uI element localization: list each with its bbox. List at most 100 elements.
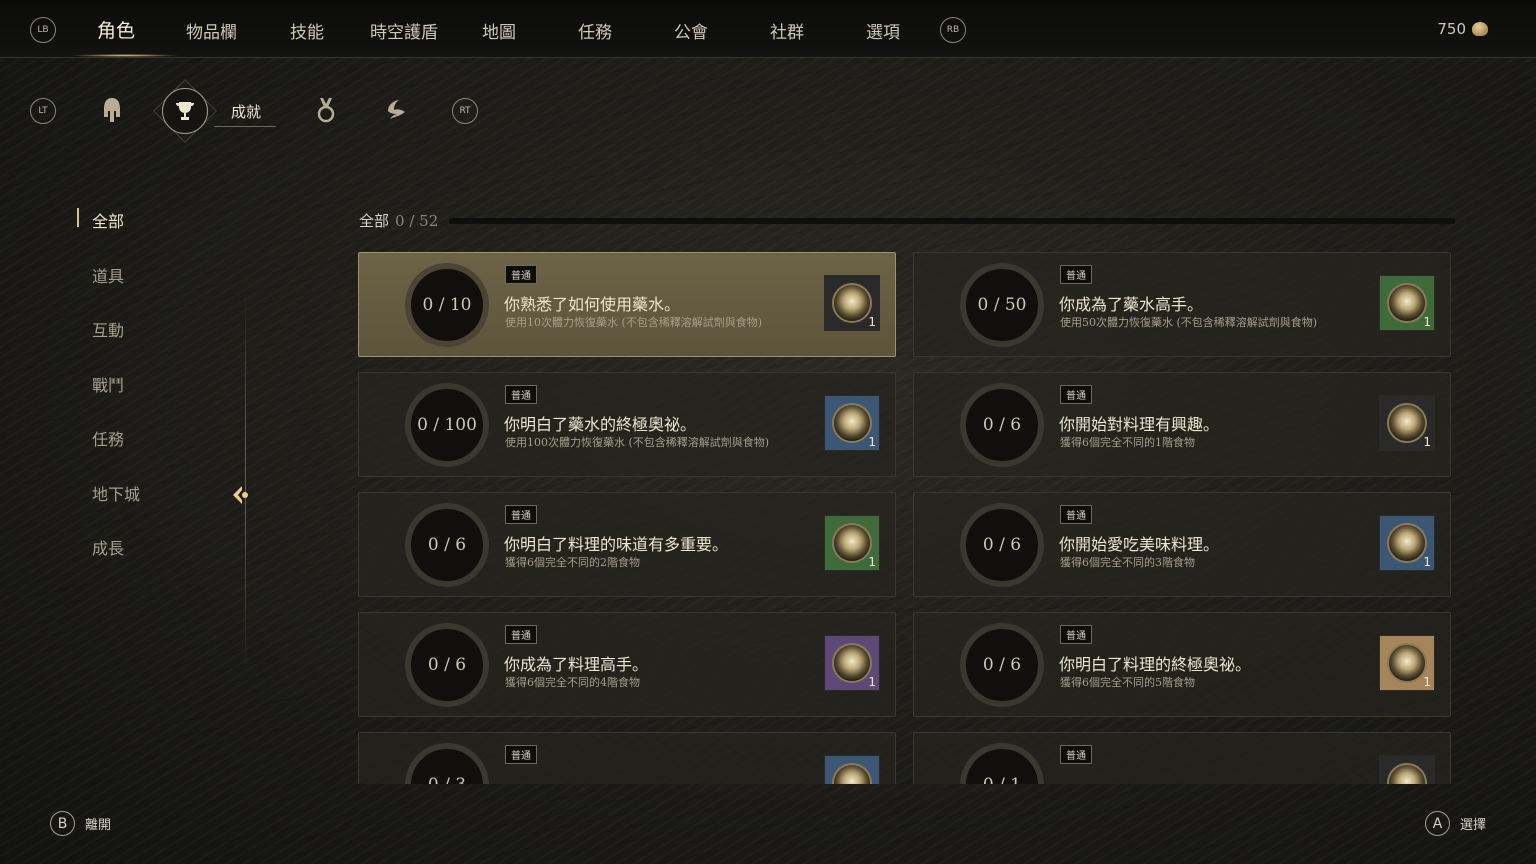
medal-icon[interactable]	[312, 96, 340, 124]
shield-emblem-icon	[832, 523, 872, 563]
achievement-title: 你成為了藥水高手。	[1059, 295, 1204, 314]
achievement-title: 你明白了料理的味道有多重要。	[504, 535, 729, 554]
tier-badge: 普通	[1060, 745, 1092, 764]
top-nav-bar: LB 角色 物品欄 技能 時空護盾 地圖 任務 公會 社群 選項 RB 750	[0, 0, 1536, 58]
achievement-description: 獲得6個完全不同的2階食物	[505, 556, 640, 569]
reward-slot[interactable]	[824, 755, 880, 784]
category-growth[interactable]: 成長	[92, 535, 124, 559]
reward-slot[interactable]: 1	[1379, 635, 1435, 691]
achievement-card[interactable]: 0 / 100 普通你明白了藥水的終極奧祕。使用100次體力恢復藥水 (不包含稀釋…	[358, 372, 896, 477]
nav-tab-skills[interactable]: 技能	[290, 18, 324, 43]
achievement-title: 你明白了藥水的終極奧祕。	[504, 415, 697, 434]
rt-trigger-button[interactable]: RT	[452, 98, 478, 124]
achievement-description: 獲得6個完全不同的5階食物	[1060, 676, 1195, 689]
reward-slot[interactable]: 1	[824, 275, 880, 331]
collapse-arrow-icon[interactable]	[230, 484, 252, 506]
achievement-description: 獲得6個完全不同的4階食物	[505, 676, 640, 689]
a-button-icon[interactable]: A	[1425, 811, 1450, 836]
achievement-card[interactable]: 0 / 6 普通你成為了料理高手。獲得6個完全不同的4階食物 1	[358, 612, 896, 717]
category-interaction[interactable]: 互動	[92, 317, 124, 341]
category-active-marker	[77, 208, 79, 227]
reward-slot[interactable]: 1	[824, 395, 880, 451]
tier-badge: 普通	[505, 505, 537, 524]
shield-emblem-icon	[1387, 643, 1427, 683]
progress-text: 0 / 6	[427, 655, 467, 675]
helmet-icon[interactable]	[98, 96, 126, 124]
nav-tab-inventory[interactable]: 物品欄	[186, 18, 237, 43]
achievement-description: 使用100次體力恢復藥水 (不包含稀釋溶解試劑與食物)	[505, 436, 770, 449]
progress-text: 0 / 10	[422, 295, 472, 315]
nav-tab-time-shield[interactable]: 時空護盾	[370, 18, 438, 43]
reward-quantity: 1	[1423, 435, 1431, 449]
progress-ring: 0 / 6	[960, 383, 1044, 467]
rb-bumper-button[interactable]: RB	[940, 17, 966, 43]
progress-ring: 0 / 6	[405, 623, 489, 707]
achievement-card[interactable]: 0 / 1 普通	[913, 732, 1451, 784]
reward-quantity: 1	[1423, 315, 1431, 329]
achievement-card[interactable]: 0 / 10 普通 你熟悉了如何使用藥水。 使用10次體力恢復藥水 (不包含稀釋溶解試…	[358, 252, 896, 357]
reward-slot[interactable]: 1	[1379, 515, 1435, 571]
category-dungeon[interactable]: 地下城	[92, 481, 140, 505]
progress-text: 0 / 6	[427, 535, 467, 555]
subtab-underline	[214, 126, 276, 127]
reward-slot[interactable]	[1379, 755, 1435, 784]
category-quests[interactable]: 任務	[92, 426, 124, 450]
progress-ring: 0 / 10	[405, 263, 489, 347]
reward-quantity: 1	[868, 315, 876, 329]
nav-tab-guild[interactable]: 公會	[674, 18, 708, 43]
progress-text: 0 / 6	[982, 655, 1022, 675]
tier-badge: 普通	[505, 385, 537, 404]
lb-bumper-button[interactable]: LB	[30, 17, 56, 43]
select-hint[interactable]: A 選擇	[1425, 811, 1486, 836]
achievement-card[interactable]: 0 / 6 普通 你開始愛吃美味料理。 獲得6個完全不同的3階食物 1	[913, 492, 1451, 597]
reward-slot[interactable]: 1	[824, 635, 880, 691]
category-divider	[245, 290, 246, 670]
subtab-achievements-label[interactable]: 成就	[231, 101, 261, 122]
reward-quantity: 1	[1423, 675, 1431, 689]
shield-emblem-icon	[832, 283, 872, 323]
tier-badge: 普通	[505, 625, 537, 644]
select-label: 選擇	[1460, 818, 1487, 833]
achievement-title: 你明白了料理的終極奧祕。	[1059, 655, 1252, 674]
lt-trigger-button[interactable]: LT	[30, 98, 56, 124]
nav-tab-options[interactable]: 選項	[866, 18, 900, 43]
category-combat[interactable]: 戰鬥	[92, 372, 124, 396]
shield-emblem-icon	[1387, 523, 1427, 563]
category-all[interactable]: 全部	[92, 208, 124, 232]
achievement-card[interactable]: 0 / 6 普通你明白了料理的味道有多重要。獲得6個完全不同的2階食物 1	[358, 492, 896, 597]
progress-text: 0 / 6	[982, 535, 1022, 555]
b-button-icon[interactable]: B	[50, 811, 75, 836]
laurel-icon[interactable]	[384, 96, 412, 124]
list-header-label: 全部	[359, 212, 390, 230]
achievement-list[interactable]: 0 / 10 普通 你熟悉了如何使用藥水。使用10次體力恢復藥水 (不包含稀釋溶解試…	[358, 252, 1458, 784]
currency-value: 750	[1437, 20, 1466, 38]
achievement-card[interactable]: 0 / 50 普通 你成為了藥水高手。 使用50次體力恢復藥水 (不包含稀釋溶解試劑與…	[913, 252, 1451, 357]
back-label: 離開	[85, 818, 112, 833]
reward-quantity: 1	[868, 435, 876, 449]
nav-tab-quests[interactable]: 任務	[578, 18, 612, 43]
achievement-description: 使用50次體力恢復藥水 (不包含稀釋溶解試劑與食物)	[1060, 316, 1318, 329]
achievement-card[interactable]: 0 / 6 普通 你開始對料理有興趣。 獲得6個完全不同的1階食物 1	[913, 372, 1451, 477]
progress-text: 0 / 6	[982, 415, 1022, 435]
trophy-icon[interactable]	[162, 88, 208, 134]
progress-ring: 0 / 6	[960, 623, 1044, 707]
achievement-description: 使用10次體力恢復藥水 (不包含稀釋溶解試劑與食物)	[505, 316, 763, 329]
nav-tab-map[interactable]: 地圖	[482, 18, 516, 43]
achievement-card[interactable]: 0 / 3 普通	[358, 732, 896, 784]
reward-slot[interactable]: 1	[1379, 275, 1435, 331]
reward-slot[interactable]: 1	[824, 515, 880, 571]
overall-progress-bar	[449, 218, 1455, 224]
achievement-card[interactable]: 0 / 6 普通 你明白了料理的終極奧祕。 獲得6個完全不同的5階食物 1	[913, 612, 1451, 717]
achievement-title: 你開始愛吃美味料理。	[1059, 535, 1220, 554]
progress-ring: 0 / 6	[960, 503, 1044, 587]
shield-emblem-icon	[832, 403, 872, 443]
category-items[interactable]: 道具	[92, 263, 124, 287]
reward-slot[interactable]: 1	[1379, 395, 1435, 451]
progress-ring: 0 / 100	[405, 383, 489, 467]
nav-tab-social[interactable]: 社群	[770, 18, 804, 43]
shield-emblem-icon	[1387, 763, 1427, 784]
achievement-title: 你成為了料理高手。	[504, 655, 649, 674]
achievement-title: 你熟悉了如何使用藥水。	[504, 295, 681, 314]
nav-tab-character[interactable]: 角色	[97, 16, 135, 43]
back-hint[interactable]: B 離開	[50, 811, 111, 836]
